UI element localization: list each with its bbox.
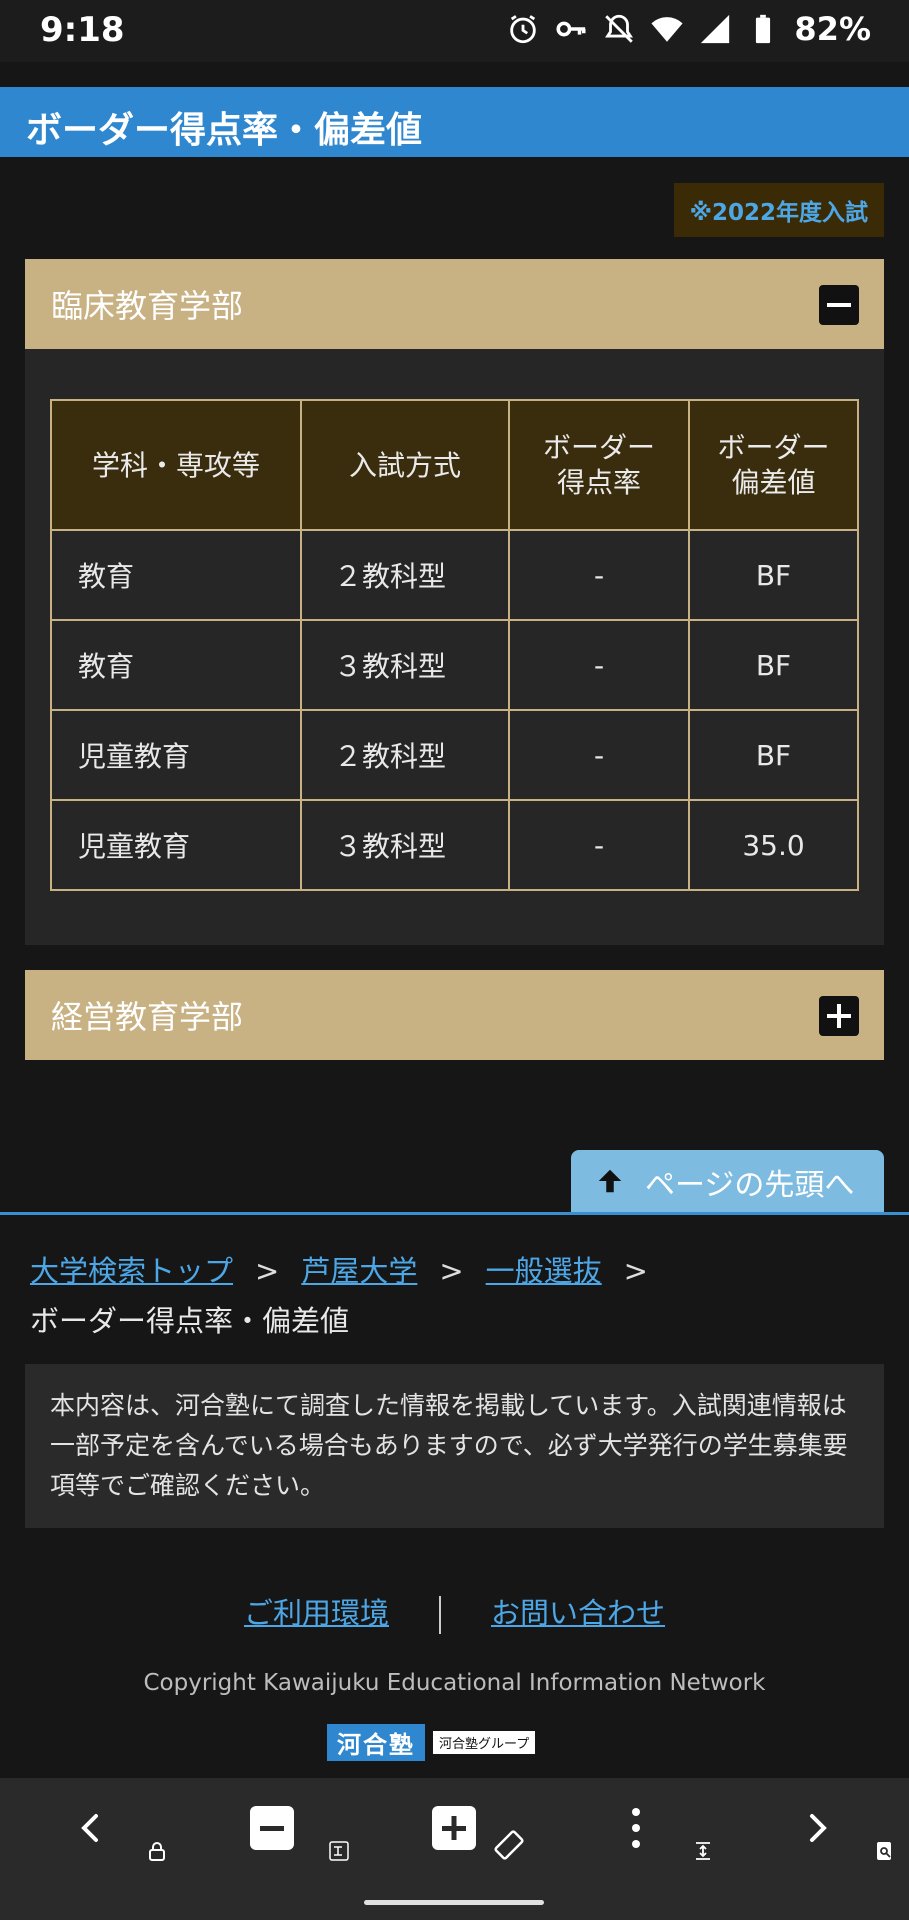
wifi-icon	[651, 17, 683, 42]
accordion-body-clinical-education: 学科・専攻等 入試方式 ボーダー 得点率 ボーダー 偏差値 教育 ２教科型 - …	[25, 349, 884, 945]
battery-percentage: 82%	[794, 10, 871, 48]
footer-links: ご利用環境 お問い合わせ	[0, 1590, 909, 1634]
logo-main-text: 河合塾	[327, 1723, 425, 1761]
status-bar: 9:18 82%	[0, 0, 909, 62]
cell-deviation: BF	[688, 529, 859, 621]
more-options-icon[interactable]	[606, 1798, 666, 1858]
column-header-exam-method: 入試方式	[300, 399, 510, 531]
rotate-screen-icon[interactable]	[492, 1828, 526, 1862]
accordion-title: 臨床教育学部	[51, 287, 244, 325]
page-title: ボーダー得点率・偏差値	[26, 110, 423, 151]
cell-score-rate: -	[508, 799, 690, 891]
text-height-icon[interactable]	[692, 1840, 714, 1862]
cell-exam-method: ２教科型	[300, 709, 510, 801]
cell-department: 児童教育	[50, 799, 302, 891]
notifications-off-icon	[605, 14, 634, 43]
accordion-title: 経営教育学部	[51, 998, 244, 1036]
table-row: 児童教育 ３教科型 - 35.0	[50, 799, 859, 891]
breadcrumb-link-general-selection[interactable]: 一般選抜	[486, 1254, 602, 1288]
footer-link-contact[interactable]: お問い合わせ	[491, 1596, 665, 1630]
back-icon[interactable]	[60, 1798, 120, 1858]
table-row: 児童教育 ２教科型 - BF	[50, 709, 859, 801]
cell-deviation: 35.0	[688, 799, 859, 891]
status-icons: 82%	[506, 10, 871, 48]
collapse-icon[interactable]	[819, 285, 859, 325]
column-header-department: 学科・専攻等	[50, 399, 302, 531]
cell-deviation: BF	[688, 619, 859, 711]
copyright-text: Copyright Kawaijuku Educational Informat…	[143, 1670, 766, 1696]
page-top-button[interactable]: ページの先頭へ	[571, 1150, 884, 1212]
year-badge: ※2022年度入試	[673, 183, 884, 237]
cell-score-rate: -	[508, 529, 690, 621]
logo-sub-text: 河合塾グループ	[433, 1730, 536, 1754]
accordion-header-management-education[interactable]: 経営教育学部	[25, 970, 884, 1060]
zoom-in-icon[interactable]	[424, 1798, 484, 1858]
cell-deviation: BF	[688, 709, 859, 801]
cell-score-rate: -	[508, 709, 690, 801]
battery-icon	[756, 14, 771, 44]
page-header: ボーダー得点率・偏差値	[0, 87, 909, 157]
translate-icon[interactable]	[328, 1840, 350, 1862]
page-top-label: ページの先頭へ	[645, 1168, 855, 1203]
kawaijuku-logo[interactable]: 河合塾 河合塾グループ	[327, 1723, 536, 1761]
zoom-out-icon[interactable]	[242, 1798, 302, 1858]
breadcrumb-separator: >	[255, 1254, 280, 1288]
system-navigation-bar	[0, 1880, 909, 1920]
lock-icon	[149, 1842, 165, 1861]
table-row: 教育 ３教科型 - BF	[50, 619, 859, 711]
cell-exam-method: ３教科型	[300, 799, 510, 891]
browser-toolbar	[0, 1778, 909, 1880]
find-in-page-icon[interactable]	[874, 1840, 896, 1862]
table-header-row: 学科・専攻等 入試方式 ボーダー 得点率 ボーダー 偏差値	[50, 399, 859, 531]
breadcrumb-separator: >	[623, 1254, 648, 1288]
column-header-border-score-rate: ボーダー 得点率	[508, 399, 690, 531]
breadcrumb-link-search-top[interactable]: 大学検索トップ	[30, 1254, 233, 1288]
status-time: 9:18	[40, 10, 125, 50]
breadcrumb-link-university[interactable]: 芦屋大学	[301, 1254, 417, 1288]
cell-score-rate: -	[508, 619, 690, 711]
breadcrumb-current: ボーダー得点率・偏差値	[30, 1304, 350, 1338]
gesture-handle[interactable]	[364, 1900, 544, 1905]
section-divider	[0, 1212, 909, 1215]
forward-icon[interactable]	[788, 1798, 848, 1858]
cell-department: 教育	[50, 529, 302, 621]
cell-department: 教育	[50, 619, 302, 711]
vpn-key-icon	[556, 21, 586, 37]
disclaimer-notice: 本内容は、河合塾にて調査した情報を掲載しています。入試関連情報は一部予定を含んで…	[25, 1364, 884, 1528]
breadcrumb-separator: >	[439, 1254, 464, 1288]
expand-icon[interactable]	[819, 996, 859, 1036]
footer-link-environment[interactable]: ご利用環境	[244, 1596, 389, 1630]
accordion-header-clinical-education[interactable]: 臨床教育学部	[25, 259, 884, 349]
alarm-icon	[510, 15, 537, 44]
cell-exam-method: ２教科型	[300, 529, 510, 621]
border-score-table: 学科・専攻等 入試方式 ボーダー 得点率 ボーダー 偏差値 教育 ２教科型 - …	[50, 399, 859, 891]
cell-department: 児童教育	[50, 709, 302, 801]
cell-exam-method: ３教科型	[300, 619, 510, 711]
table-row: 教育 ２教科型 - BF	[50, 529, 859, 621]
signal-icon	[701, 14, 730, 44]
arrow-up-icon	[598, 1169, 622, 1193]
breadcrumb: 大学検索トップ > 芦屋大学 > 一般選抜 > ボーダー得点率・偏差値	[30, 1246, 880, 1346]
column-header-border-deviation: ボーダー 偏差値	[688, 399, 859, 531]
footer-separator	[439, 1596, 441, 1634]
